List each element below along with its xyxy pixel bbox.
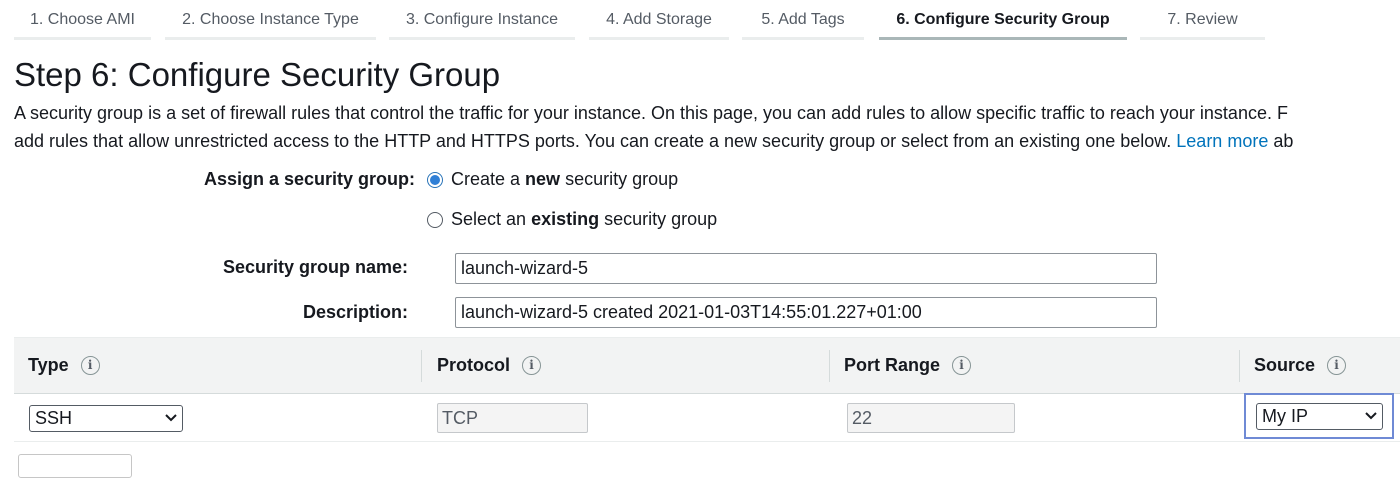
option-existing-bold: existing (531, 209, 600, 229)
radio-select-existing-group[interactable]: Select an existing security group (427, 209, 717, 230)
table-row-divider (14, 441, 1400, 442)
column-type-label: Type (28, 355, 69, 375)
tab-choose-instance-type[interactable]: 2. Choose Instance Type (165, 0, 376, 40)
source-select[interactable]: My IP (1256, 403, 1383, 430)
radio-unselected-icon[interactable] (427, 211, 443, 228)
tab-configure-instance[interactable]: 3. Configure Instance (389, 0, 575, 40)
intro-tail: ab (1273, 131, 1294, 151)
wizard-steps: 1. Choose AMI 2. Choose Instance Type 3.… (0, 0, 1400, 40)
tab-configure-security-group[interactable]: 6. Configure Security Group (879, 0, 1127, 40)
option-existing-prefix: Select an (451, 209, 532, 229)
page-title: Step 6: Configure Security Group (14, 56, 501, 93)
info-icon[interactable]: i (522, 356, 542, 375)
source-select-value: My IP (1262, 406, 1309, 426)
radio-create-new-group[interactable]: Create a new security group (427, 169, 678, 190)
column-port-range-label: Port Range (844, 355, 941, 375)
chevron-down-icon (165, 414, 177, 422)
tab-choose-ami[interactable]: 1. Choose AMI (14, 0, 151, 40)
option-new-prefix: Create a (451, 169, 526, 189)
info-icon[interactable]: i (952, 356, 972, 375)
add-rule-button[interactable] (18, 454, 132, 478)
column-source-label: Source (1254, 355, 1316, 375)
option-new-suffix: security group (560, 169, 679, 189)
tab-add-tags[interactable]: 5. Add Tags (742, 0, 864, 40)
tab-review[interactable]: 7. Review (1140, 0, 1265, 40)
tab-add-storage[interactable]: 4. Add Storage (589, 0, 729, 40)
type-select[interactable]: SSH (29, 405, 183, 432)
radio-selected-icon[interactable] (427, 171, 443, 188)
radio-select-existing-label: Select an existing security group (451, 209, 717, 230)
option-new-bold: new (525, 169, 561, 189)
column-divider (829, 350, 830, 382)
intro-line-1: A security group is a set of firewall ru… (14, 103, 1288, 123)
rules-table-header: Type i Protocol i Port Range i Source i (14, 337, 1400, 394)
learn-more-link[interactable]: Learn more (1176, 131, 1268, 151)
info-icon[interactable]: i (80, 356, 100, 375)
column-header-type: Type i (28, 338, 100, 393)
assign-security-group-label: Assign a security group: (203, 169, 415, 189)
column-divider (421, 350, 422, 382)
type-select-value: SSH (35, 408, 73, 428)
option-existing-suffix: security group (599, 209, 718, 229)
column-header-source: Source i (1254, 338, 1347, 393)
port-range-input: 22 (847, 403, 1015, 433)
radio-create-new-label: Create a new security group (451, 169, 678, 190)
column-header-port-range: Port Range i (844, 338, 972, 393)
intro-line-2: add rules that allow unrestricted access… (14, 127, 1400, 155)
intro-line-2-text: add rules that allow unrestricted access… (14, 131, 1172, 151)
security-group-name-input[interactable] (455, 253, 1157, 284)
column-divider (1239, 350, 1240, 382)
security-group-name-label: Security group name: (222, 257, 408, 277)
info-icon[interactable]: i (1327, 356, 1347, 375)
column-header-protocol: Protocol i (437, 338, 542, 393)
column-protocol-label: Protocol (437, 355, 511, 375)
chevron-down-icon (1365, 412, 1377, 420)
intro-text: A security group is a set of firewall ru… (14, 99, 1400, 155)
protocol-input: TCP (437, 403, 588, 433)
description-input[interactable] (455, 297, 1157, 328)
description-label: Description: (302, 302, 408, 322)
